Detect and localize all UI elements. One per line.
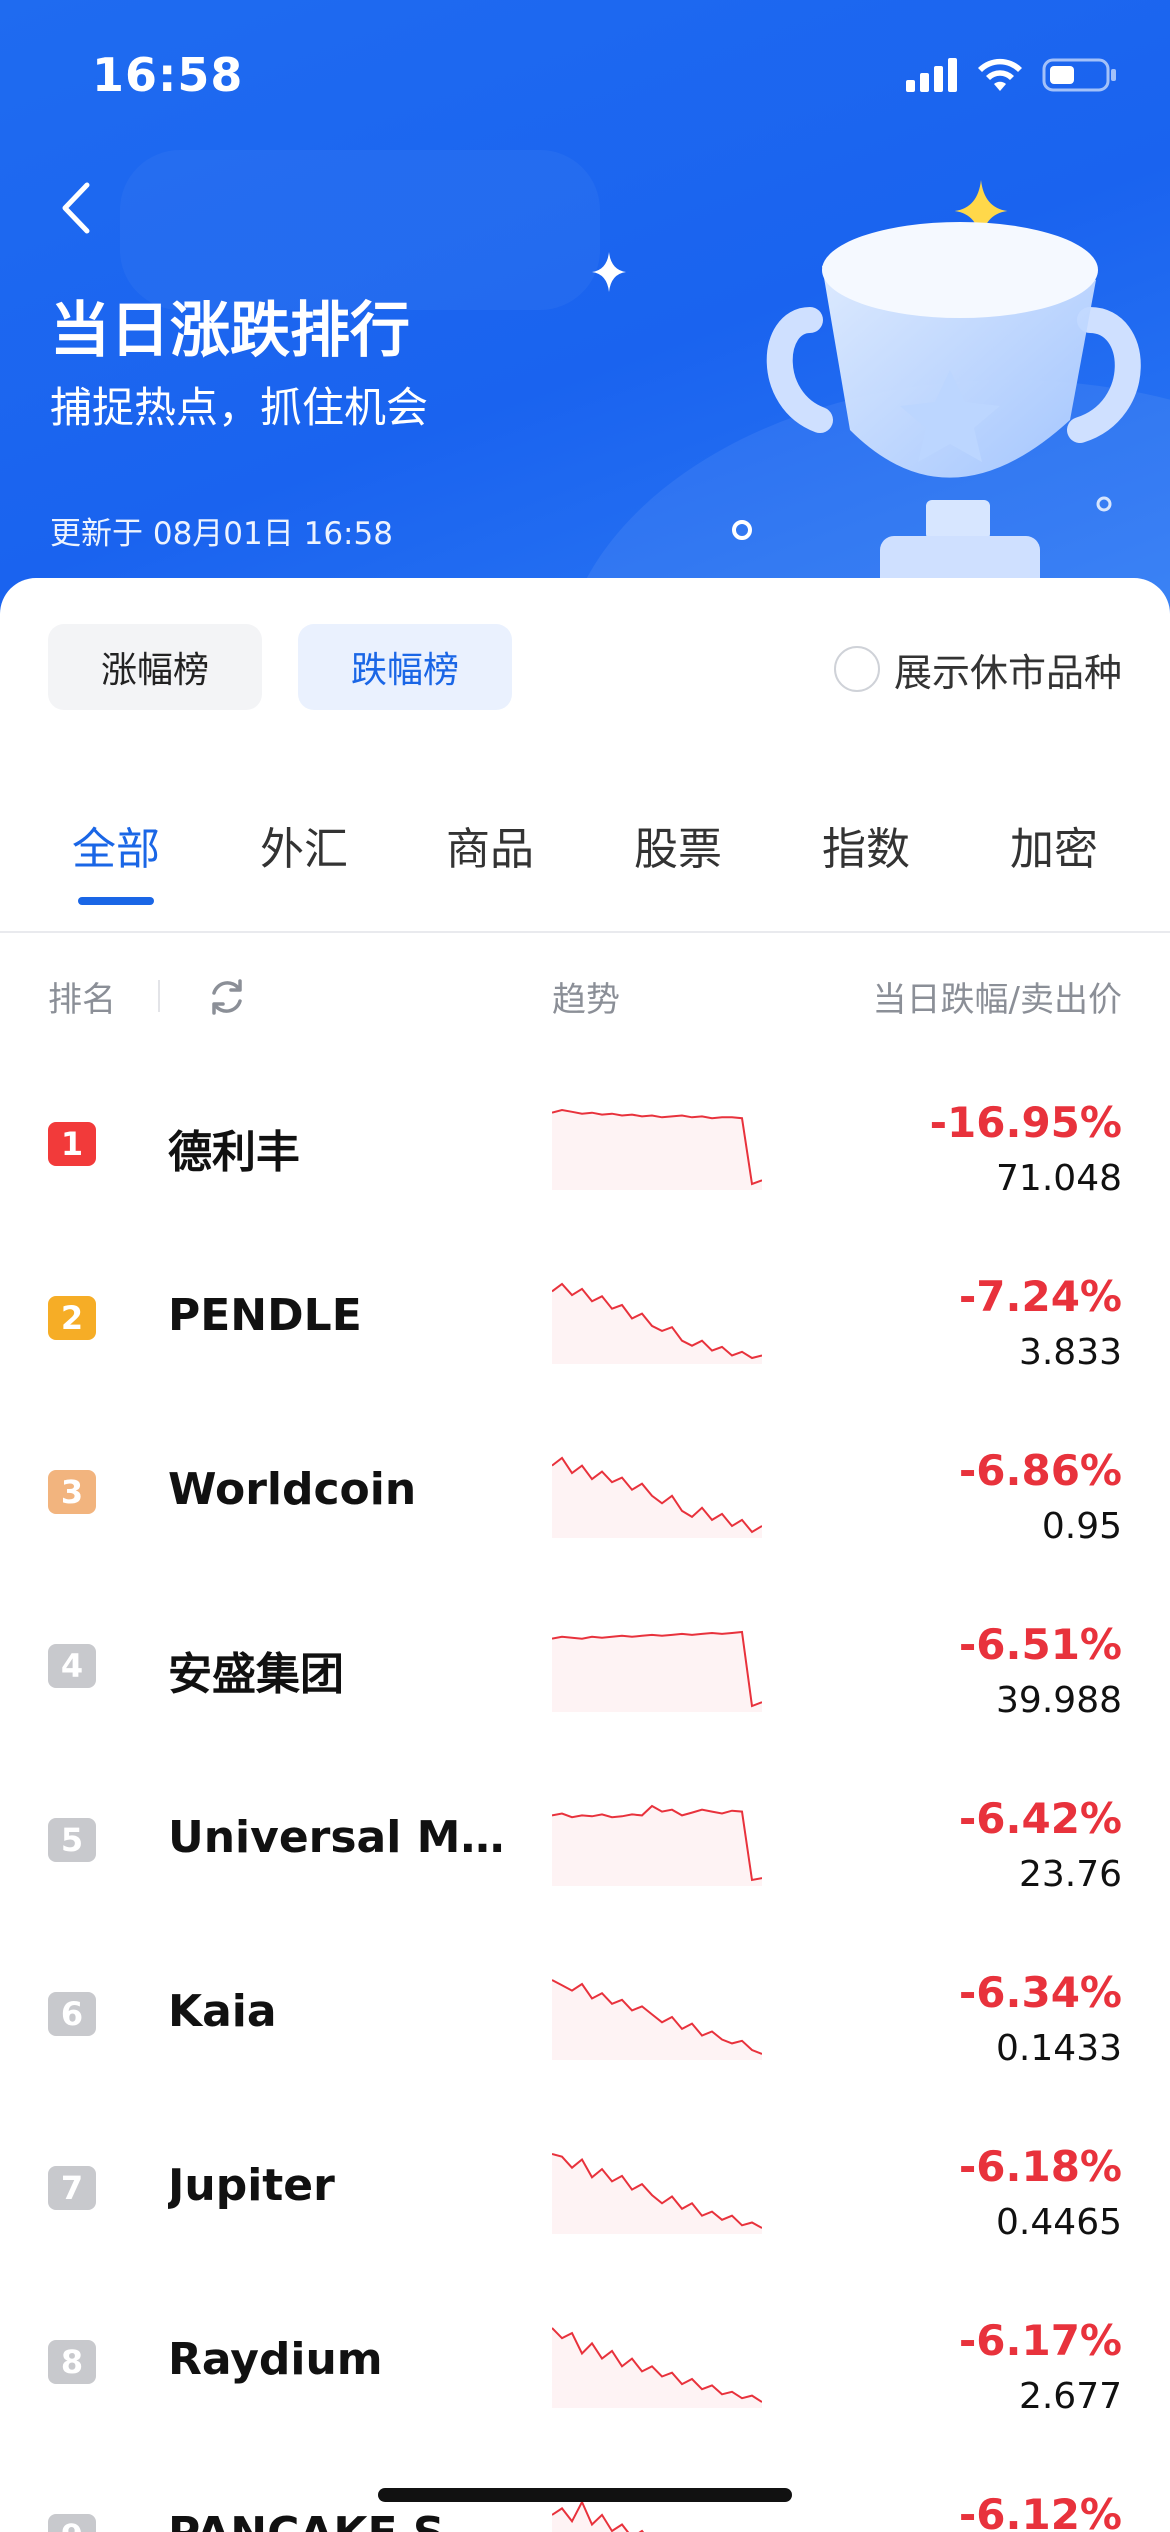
- page-title: 当日涨跌排行: [50, 296, 410, 366]
- sell-price: 71.048: [996, 1158, 1122, 1199]
- update-time: 更新于 08月01日 16:58: [50, 516, 393, 552]
- rank-column-label: 排名: [48, 980, 116, 1020]
- gainers-toggle-button[interactable]: 涨幅榜: [48, 624, 262, 710]
- list-header: 排名 趋势 当日跌幅/卖出价: [0, 968, 1170, 1028]
- ranking-row[interactable]: 7 Jupiter -6.18% 0.4465: [0, 2102, 1170, 2276]
- wifi-icon: [978, 58, 1022, 91]
- active-tab-indicator: [78, 897, 154, 905]
- dot-decoration: [732, 520, 752, 540]
- sell-price: 0.4465: [996, 2202, 1122, 2243]
- rank-badge: 2: [48, 1296, 96, 1340]
- rank-badge: 6: [48, 1992, 96, 2036]
- ranking-row[interactable]: 3 Worldcoin -6.86% 0.95: [0, 1406, 1170, 1580]
- instrument-name: 德利丰: [168, 1127, 300, 1178]
- instrument-name: Kaia: [168, 1986, 277, 2037]
- tab-commodities[interactable]: 商品: [446, 813, 534, 877]
- sparkle-icon: [592, 252, 626, 292]
- ranking-list: 1 德利丰 -16.95% 71.048 2 PENDLE -7.24% 3.833 3 Worl…: [0, 1058, 1170, 2532]
- trend-area: [552, 2154, 762, 2234]
- ranking-row[interactable]: 8 Raydium -6.17% 2.677: [0, 2276, 1170, 2450]
- daily-change: -6.34%: [958, 1968, 1122, 2017]
- losers-toggle-button[interactable]: 跌幅榜: [298, 624, 512, 710]
- radio-icon[interactable]: [833, 646, 880, 692]
- tab-indices[interactable]: 指数: [822, 813, 910, 877]
- instrument-name: Jupiter: [168, 2160, 335, 2211]
- trend-area: [552, 1806, 762, 1886]
- back-button[interactable]: [46, 178, 106, 238]
- trophy-icon: [766, 222, 1141, 606]
- sell-price: 39.988: [996, 1680, 1122, 1721]
- show-closed-toggle[interactable]: 展示休市品种: [833, 644, 1122, 695]
- ranking-card: 涨幅榜 跌幅榜 展示休市品种 全部 外汇 商品 股票 指数 加密 排名 趋势 当…: [0, 578, 1170, 2532]
- trend-sparkline: [552, 1282, 762, 1364]
- chevron-left-icon: [62, 182, 90, 234]
- rank-badge: 3: [48, 1470, 96, 1514]
- trend-sparkline: [552, 1630, 762, 1712]
- cellular-signal-icon: [906, 58, 957, 92]
- daily-change: -6.12%: [958, 2490, 1122, 2532]
- rank-badge: 4: [48, 1644, 96, 1688]
- trend-area: [552, 1980, 762, 2060]
- rank-badge: 5: [48, 1818, 96, 1862]
- daily-change: -6.18%: [958, 2142, 1122, 2191]
- trend-sparkline: [552, 1804, 762, 1886]
- category-tabs: 全部 外汇 商品 股票 指数 加密: [0, 793, 1170, 933]
- tab-forex[interactable]: 外汇: [260, 813, 348, 877]
- trend-area: [552, 1632, 762, 1712]
- instrument-name: PENDLE: [168, 1290, 362, 1341]
- value-column-label: 当日跌幅/卖出价: [872, 980, 1122, 1020]
- ranking-row[interactable]: 5 Universal Music Group -6.42% 23.76: [0, 1754, 1170, 1928]
- ranking-row[interactable]: 4 安盛集团 -6.51% 39.988: [0, 1580, 1170, 1754]
- status-time: 16:58: [92, 48, 244, 102]
- daily-change: -6.17%: [958, 2316, 1122, 2365]
- trend-sparkline: [552, 1456, 762, 1538]
- ranking-row[interactable]: 2 PENDLE -7.24% 3.833: [0, 1232, 1170, 1406]
- trend-column-label: 趋势: [552, 980, 620, 1020]
- header-hero: 16:58 当日涨跌排行 捕捉热点，抓住机会 更新于 08月01日 16:58: [0, 0, 1170, 640]
- trend-sparkline: [552, 1108, 762, 1190]
- ranking-row[interactable]: 6 Kaia -6.34% 0.1433: [0, 1928, 1170, 2102]
- home-indicator[interactable]: [378, 2488, 792, 2502]
- tab-crypto[interactable]: 加密: [1010, 813, 1098, 877]
- sell-price: 3.833: [1018, 1332, 1122, 1373]
- sell-price: 0.1433: [996, 2028, 1122, 2069]
- trend-sparkline: [552, 1979, 762, 2060]
- refresh-icon[interactable]: [206, 976, 248, 1018]
- trend-area: [552, 1284, 762, 1364]
- battery-icon: [1042, 58, 1116, 92]
- trend-sparkline: [552, 2327, 762, 2408]
- instrument-name: Raydium: [168, 2334, 383, 2385]
- instrument-name: Worldcoin: [168, 1464, 417, 1515]
- daily-change: -16.95%: [929, 1098, 1122, 1147]
- trend-sparkline: [552, 2153, 762, 2234]
- rank-badge: 7: [48, 2166, 96, 2210]
- instrument-name: 安盛集团: [168, 1649, 344, 1700]
- rank-badge: 1: [48, 1122, 96, 1166]
- tab-stocks[interactable]: 股票: [634, 813, 722, 877]
- trend-area: [552, 1458, 762, 1538]
- status-icons: [906, 54, 1118, 96]
- daily-change: -6.42%: [958, 1794, 1122, 1843]
- rank-badge: 9: [48, 2514, 96, 2532]
- sell-price: 2.677: [1018, 2376, 1122, 2417]
- ranking-row[interactable]: 1 德利丰 -16.95% 71.048: [0, 1058, 1170, 1232]
- page-subtitle: 捕捉热点，抓住机会: [50, 383, 429, 432]
- instrument-name: Universal Music Group: [168, 1812, 508, 1863]
- instrument-name: PANCAKE SW...: [168, 2508, 508, 2532]
- trend-area: [552, 1110, 762, 1190]
- daily-change: -6.51%: [958, 1620, 1122, 1669]
- sell-price: 23.76: [1018, 1854, 1122, 1895]
- daily-change: -6.86%: [958, 1446, 1122, 1495]
- show-closed-label: 展示休市品种: [893, 650, 1122, 695]
- header-divider: [158, 980, 160, 1012]
- trend-area: [552, 2328, 762, 2408]
- daily-change: -7.24%: [958, 1272, 1122, 1321]
- sell-price: 0.95: [1041, 1506, 1122, 1547]
- rank-badge: 8: [48, 2340, 96, 2384]
- tab-all[interactable]: 全部: [72, 813, 160, 877]
